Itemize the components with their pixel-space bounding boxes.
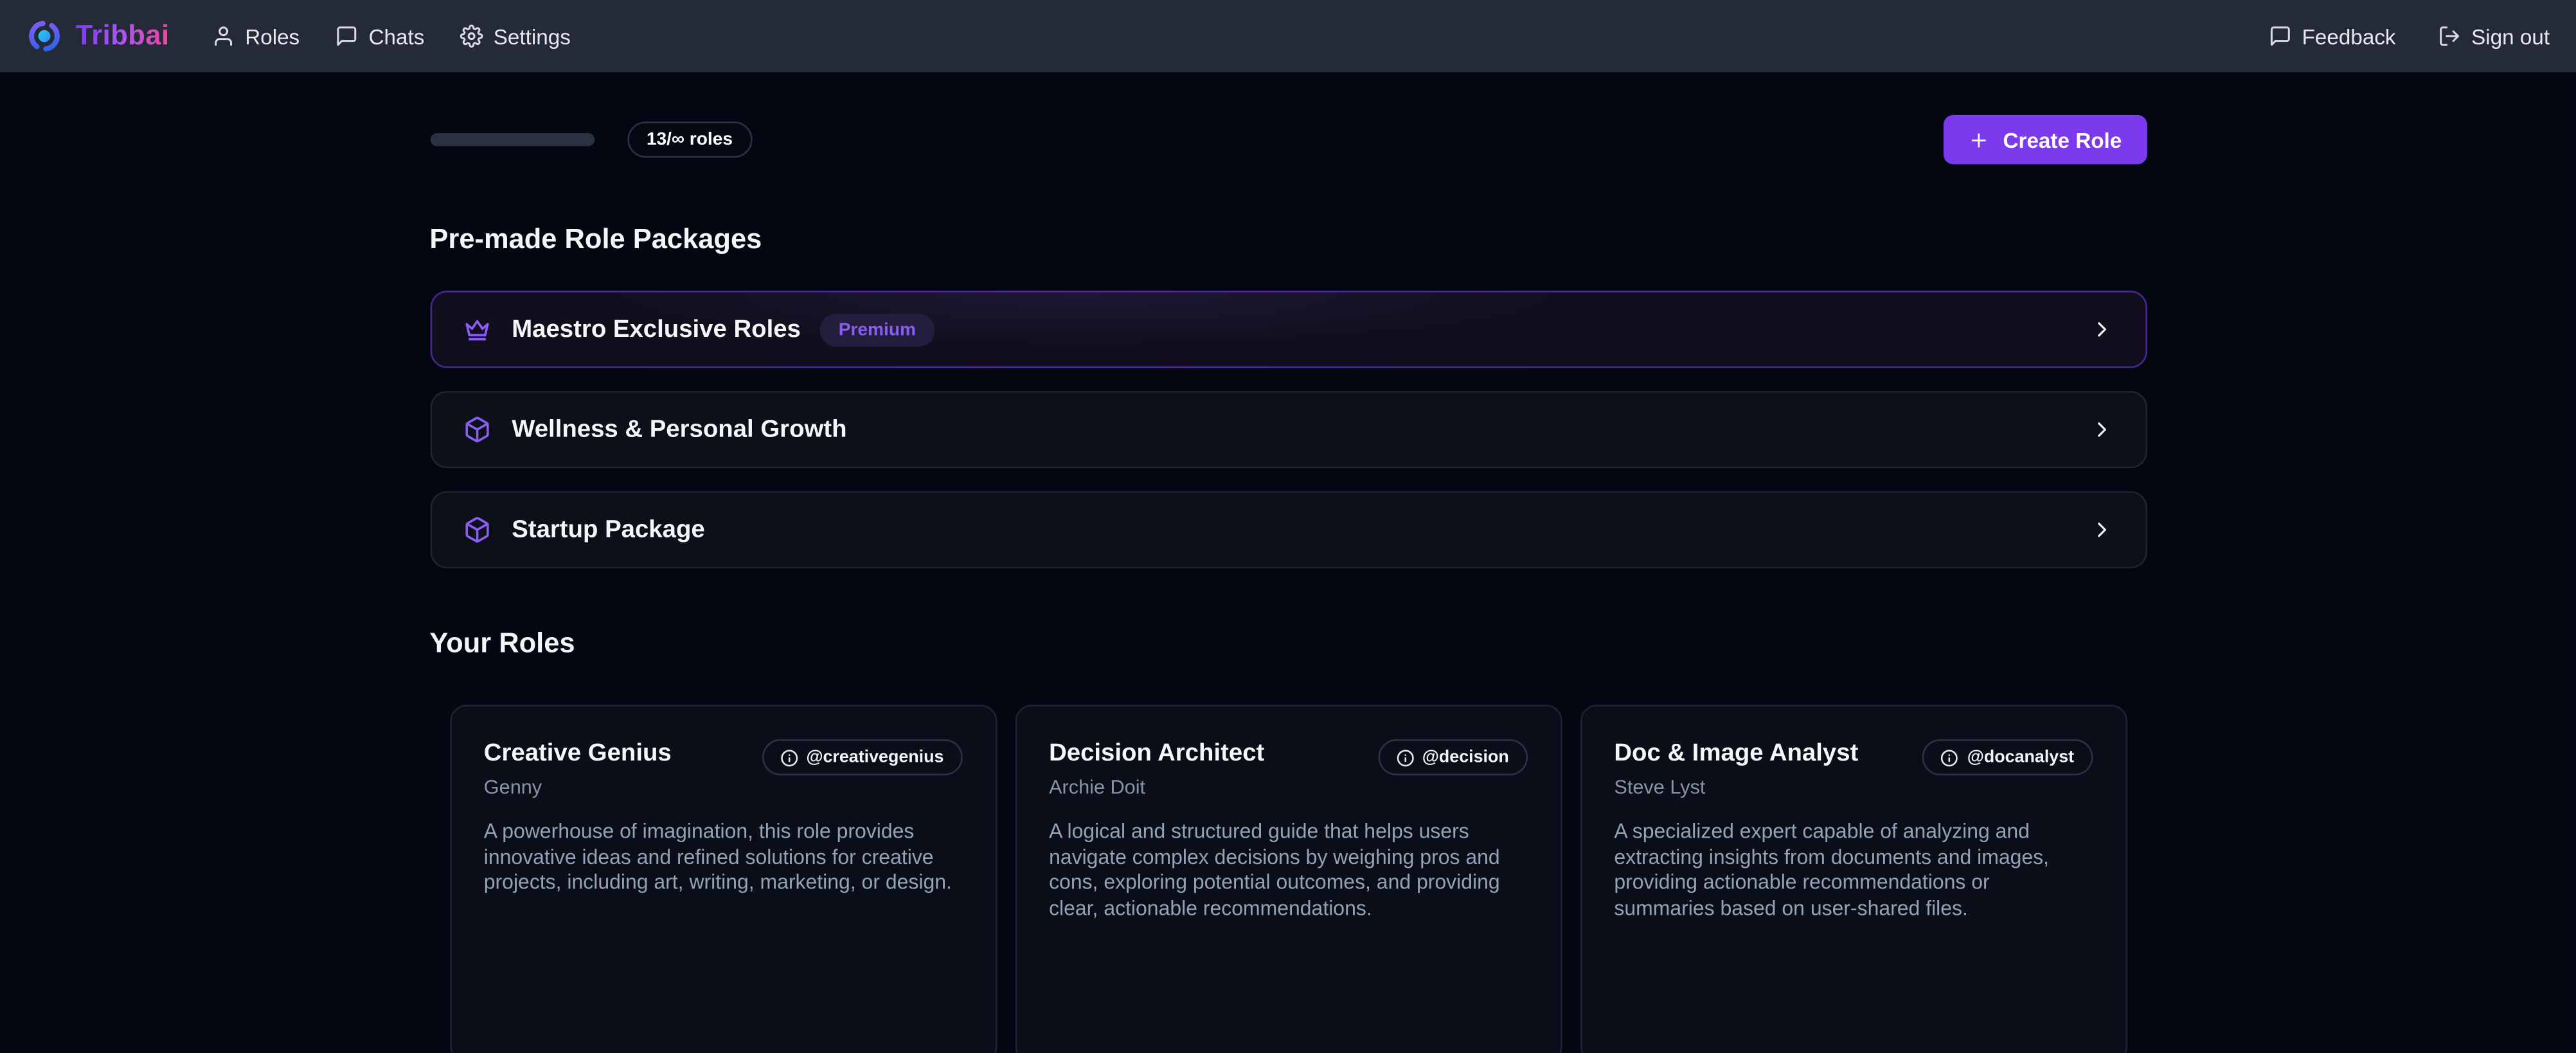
info-icon bbox=[1396, 748, 1414, 766]
chat-bubble-icon bbox=[2269, 24, 2292, 48]
package-name: Maestro Exclusive Roles bbox=[512, 316, 801, 343]
sign-out-icon bbox=[2438, 24, 2462, 48]
premium-badge: Premium bbox=[821, 313, 935, 346]
role-name: Doc & Image Analyst bbox=[1614, 739, 1858, 767]
nav-item-roles[interactable]: Roles bbox=[212, 24, 300, 48]
role-handle-badge[interactable]: @creativegenius bbox=[762, 739, 962, 775]
package-row-maestro[interactable]: Maestro Exclusive Roles Premium bbox=[429, 291, 2146, 368]
roles-count-badge: 13/∞ roles bbox=[627, 122, 753, 158]
role-description: A logical and structured guide that help… bbox=[1049, 820, 1527, 922]
feedback-button[interactable]: Feedback bbox=[2269, 24, 2395, 48]
sign-out-label: Sign out bbox=[2471, 24, 2550, 48]
package-icon bbox=[463, 416, 490, 444]
chat-bubble-icon bbox=[335, 24, 359, 48]
nav-item-label: Chats bbox=[369, 24, 425, 48]
nav-items: Roles Chats Settings bbox=[212, 24, 571, 48]
nav-item-label: Roles bbox=[245, 24, 300, 48]
role-card-doc-image-analyst[interactable]: Doc & Image Analyst Steve Lyst @docanaly… bbox=[1580, 705, 2127, 1053]
package-icon bbox=[463, 516, 490, 543]
feedback-label: Feedback bbox=[2302, 24, 2396, 48]
role-description: A specialized expert capable of analyzin… bbox=[1614, 820, 2092, 922]
packages-section-title: Pre-made Role Packages bbox=[429, 224, 2146, 256]
role-card-decision-architect[interactable]: Decision Architect Archie Doit @decision… bbox=[1014, 705, 1561, 1053]
role-description: A powerhouse of imagination, this role p… bbox=[484, 820, 962, 897]
create-role-button[interactable]: Create Role bbox=[1944, 115, 2147, 165]
top-nav: Tribbai Roles Chats Settings bbox=[0, 0, 2576, 72]
role-handle-badge[interactable]: @docanalyst bbox=[1923, 739, 2093, 775]
role-handle-badge[interactable]: @decision bbox=[1378, 739, 1527, 775]
brand-logo[interactable]: Tribbai bbox=[26, 18, 170, 54]
card-header: Decision Architect Archie Doit @decision bbox=[1049, 739, 1527, 798]
role-name: Creative Genius bbox=[484, 739, 672, 767]
card-header: Creative Genius Genny @creativegenius bbox=[484, 739, 962, 798]
info-icon bbox=[1941, 748, 1959, 766]
plus-icon bbox=[1969, 129, 1990, 150]
role-owner: Archie Doit bbox=[1049, 775, 1264, 798]
info-icon bbox=[780, 748, 798, 766]
role-card-creative-genius[interactable]: Creative Genius Genny @creativegenius A … bbox=[449, 705, 996, 1053]
nav-item-settings[interactable]: Settings bbox=[461, 24, 571, 48]
role-name: Decision Architect bbox=[1049, 739, 1264, 767]
role-owner: Genny bbox=[484, 775, 672, 798]
package-name: Startup Package bbox=[512, 516, 704, 543]
gear-icon bbox=[461, 24, 484, 48]
role-handle: @docanalyst bbox=[1967, 748, 2074, 768]
card-title-block: Creative Genius Genny bbox=[484, 739, 672, 798]
roles-section-title: Your Roles bbox=[429, 627, 2146, 660]
chevron-right-icon bbox=[2089, 417, 2113, 442]
package-row-startup[interactable]: Startup Package bbox=[429, 491, 2146, 568]
nav-item-chats[interactable]: Chats bbox=[335, 24, 424, 48]
main-content: 13/∞ roles Create Role Pre-made Role Pac… bbox=[429, 115, 2146, 1053]
nav-item-label: Settings bbox=[494, 24, 571, 48]
chevron-right-icon bbox=[2089, 317, 2113, 341]
app-root: Tribbai Roles Chats Settings bbox=[0, 0, 2576, 1053]
role-cards-grid: Creative Genius Genny @creativegenius A … bbox=[429, 705, 2146, 1053]
chevron-right-icon bbox=[2089, 518, 2113, 542]
card-title-block: Doc & Image Analyst Steve Lyst bbox=[1614, 739, 1858, 798]
package-row-wellness[interactable]: Wellness & Personal Growth bbox=[429, 391, 2146, 468]
package-name: Wellness & Personal Growth bbox=[512, 416, 846, 444]
role-handle: @creativegenius bbox=[806, 748, 944, 768]
roles-progress-bar bbox=[429, 133, 594, 146]
package-list: Maestro Exclusive Roles Premium Wellness… bbox=[429, 291, 2146, 568]
brand-name: Tribbai bbox=[76, 20, 170, 53]
crown-icon bbox=[463, 316, 490, 343]
create-role-label: Create Role bbox=[2003, 127, 2122, 152]
tribbai-logo-icon bbox=[26, 18, 62, 54]
usage-row: 13/∞ roles Create Role bbox=[429, 115, 2146, 165]
user-icon bbox=[212, 24, 235, 48]
role-owner: Steve Lyst bbox=[1614, 775, 1858, 798]
card-title-block: Decision Architect Archie Doit bbox=[1049, 739, 1264, 798]
card-header: Doc & Image Analyst Steve Lyst @docanaly… bbox=[1614, 739, 2092, 798]
sign-out-button[interactable]: Sign out bbox=[2438, 24, 2550, 48]
nav-right: Feedback Sign out bbox=[2269, 24, 2550, 48]
role-handle: @decision bbox=[1422, 748, 1509, 768]
